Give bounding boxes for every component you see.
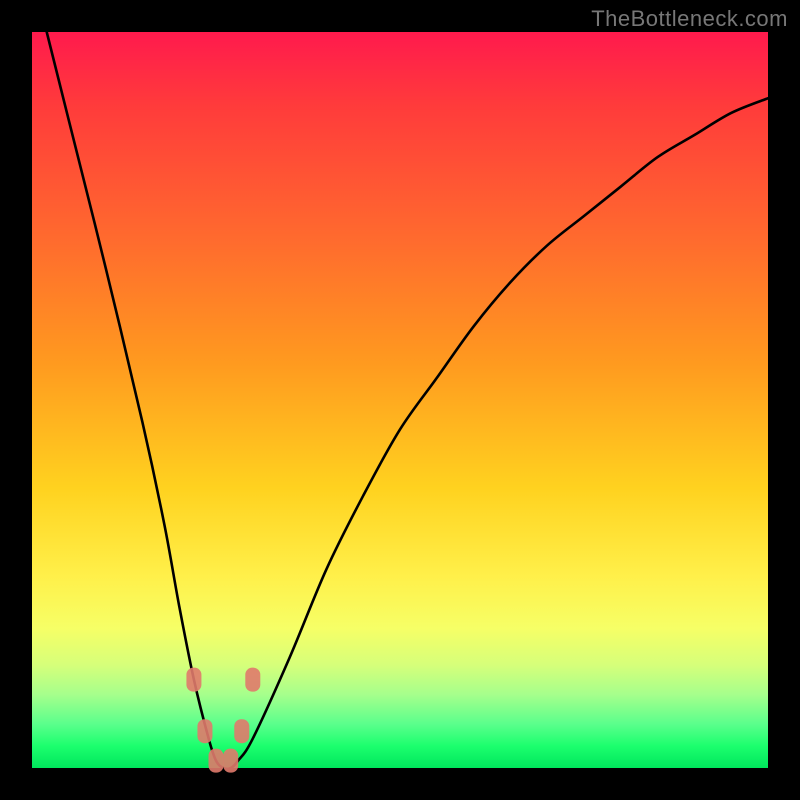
marker-trough-right	[223, 749, 238, 773]
watermark-text: TheBottleneck.com	[591, 6, 788, 32]
marker-left-shoulder-upper	[186, 668, 201, 692]
curve-markers	[186, 668, 260, 773]
marker-right-shoulder-upper	[245, 668, 260, 692]
plot-area	[32, 32, 768, 768]
marker-trough-left	[209, 749, 224, 773]
curve-layer	[32, 32, 768, 768]
chart-stage: TheBottleneck.com	[0, 0, 800, 800]
bottleneck-curve	[47, 32, 768, 769]
marker-left-shoulder-lower	[197, 719, 212, 743]
marker-right-shoulder-lower	[234, 719, 249, 743]
